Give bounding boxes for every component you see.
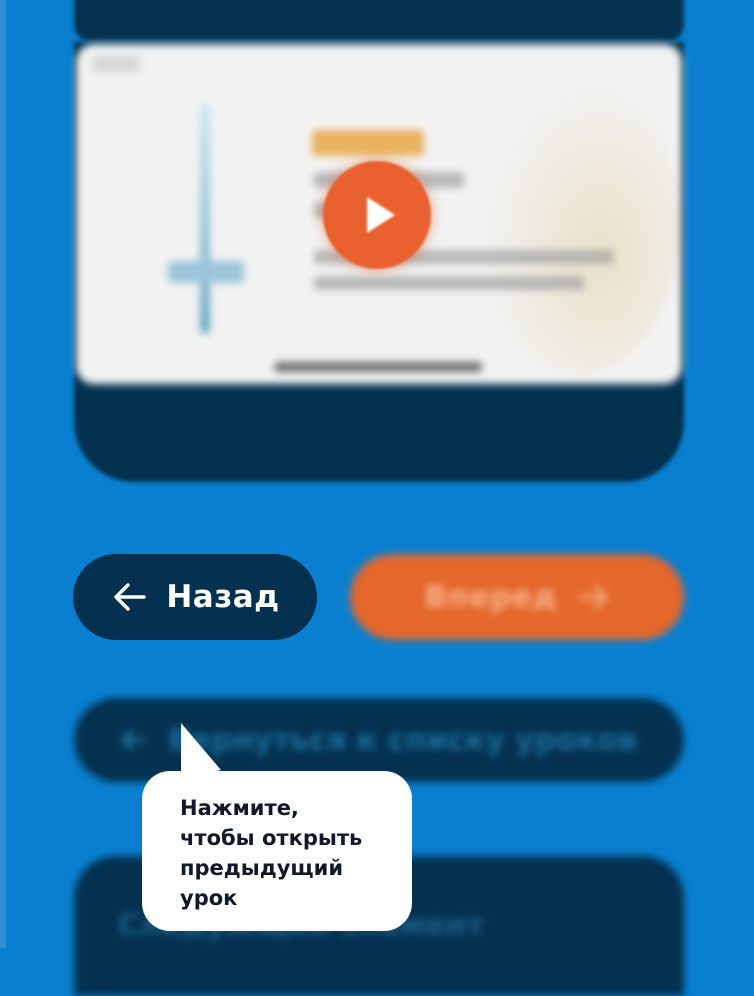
video-caption-bar [274, 362, 482, 372]
top-panel [74, 0, 684, 42]
return-button-label: Вернуться к списку уроков [168, 722, 637, 758]
forward-button-label: Вперед [424, 579, 558, 615]
return-to-lessons-button[interactable]: Вернуться к списку уроков [74, 698, 684, 782]
play-icon [367, 197, 395, 233]
back-button[interactable]: Назад [73, 554, 317, 640]
arrow-right-icon [577, 584, 608, 610]
play-button[interactable] [323, 161, 431, 269]
forward-button[interactable]: Вперед [350, 554, 684, 640]
thermometer-marker [168, 261, 244, 283]
arrow-left-icon [121, 729, 146, 751]
app-screen: Назад Вперед Вернуться к списку уроков С… [0, 0, 754, 996]
decorative-wave [480, 74, 680, 374]
left-edge-strip [0, 0, 6, 948]
thermometer-illustration [200, 104, 210, 334]
preview-heading [312, 130, 424, 156]
tooltip-text: Нажмите, чтобы открыть предыдущий урок [180, 796, 363, 910]
back-button-label: Назад [166, 579, 280, 615]
arrow-left-icon [114, 583, 147, 611]
hint-tooltip: Нажмите, чтобы открыть предыдущий урок [142, 771, 412, 931]
video-badge [92, 56, 140, 72]
